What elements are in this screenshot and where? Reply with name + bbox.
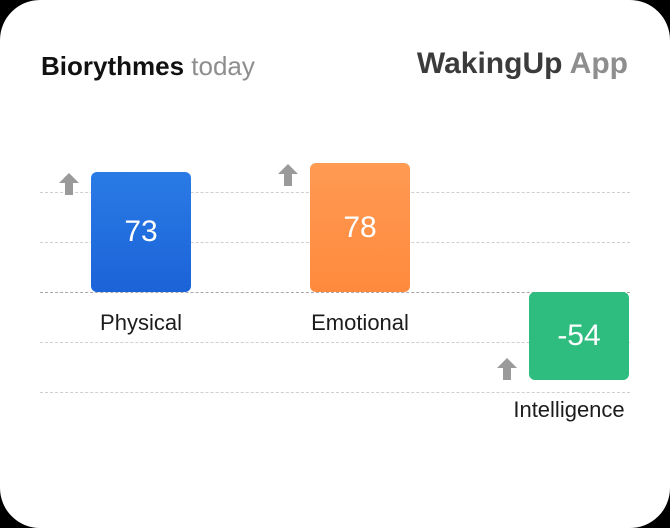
biorhythm-card: Biorythmes today WakingUp App 73 Physical… [0, 0, 670, 528]
bar-physical: 73 [91, 172, 191, 292]
bar-value-intelligence: -54 [557, 319, 601, 352]
bar-intelligence: -54 [529, 292, 629, 380]
arrow-up-icon [277, 163, 299, 187]
arrow-up-icon [496, 357, 518, 381]
card-title-main: Biorythmes [41, 51, 185, 81]
bar-emotional: 78 [310, 163, 410, 292]
bar-label-physical: Physical [100, 310, 182, 335]
arrow-up-icon [58, 172, 80, 196]
card-title: Biorythmes today [41, 50, 255, 82]
brand-title-sub: App [569, 47, 628, 80]
bar-label-emotional: Emotional [311, 310, 409, 335]
brand-title: WakingUp App [417, 46, 628, 82]
card-title-sub: today [191, 51, 255, 81]
bar-value-physical: 73 [124, 215, 158, 248]
brand-title-main: WakingUp [416, 47, 563, 80]
bar-value-emotional: 78 [343, 210, 377, 244]
bar-label-intelligence: Intelligence [513, 397, 625, 422]
gridline [40, 392, 630, 393]
